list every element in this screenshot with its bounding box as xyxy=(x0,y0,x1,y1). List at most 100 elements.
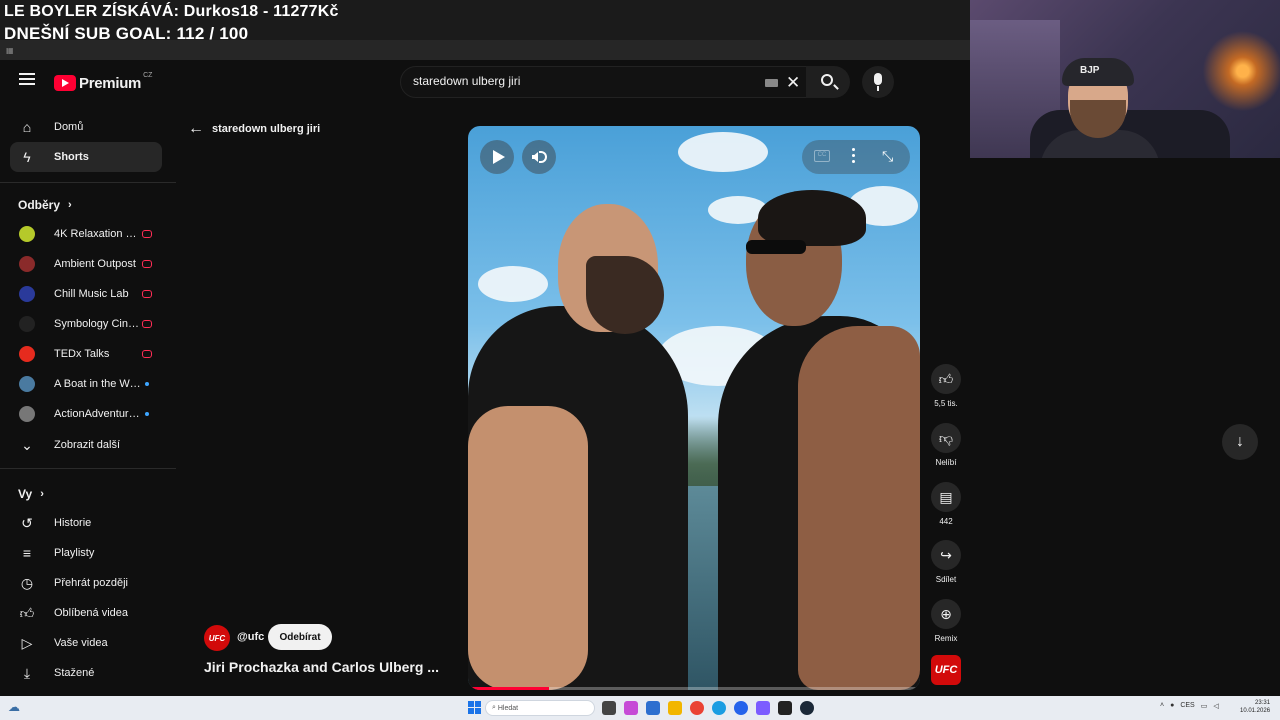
app-icon[interactable] xyxy=(624,701,638,715)
next-short-button[interactable]: ↓ xyxy=(1222,424,1258,460)
subscriptions-header[interactable]: Odběry › xyxy=(18,198,72,212)
taskbar-search-placeholder: Hledat xyxy=(497,704,519,712)
fullscreen-icon[interactable]: ⤡ xyxy=(882,148,893,165)
more-options-icon[interactable] xyxy=(852,148,856,166)
mic-icon[interactable]: ● xyxy=(1170,702,1174,710)
clock[interactable]: 23:31 10.01.2026 xyxy=(1240,699,1270,715)
remix-button[interactable]: ⊕ Remix xyxy=(928,599,964,643)
dislike-label: Nelíbí xyxy=(935,458,957,467)
channel-logo-badge[interactable]: UFC xyxy=(931,655,961,685)
subscription-item[interactable]: 4K Relaxation Ch... xyxy=(10,220,162,248)
channel-avatar xyxy=(19,226,35,242)
search-icon xyxy=(821,74,833,86)
discord-icon[interactable] xyxy=(756,701,770,715)
shorts-icon: ϟ xyxy=(23,149,31,165)
network-icon[interactable]: ▭ xyxy=(1201,702,1208,710)
channel-avatar xyxy=(19,286,35,302)
subscription-item[interactable]: Ambient Outpost xyxy=(10,250,162,278)
share-label: Sdílet xyxy=(935,575,957,584)
video-progress-bar[interactable] xyxy=(468,687,920,690)
sidebar: ⌂ Domů ϟ Shorts Odběry › 4K Relaxation C… xyxy=(0,110,176,696)
subscribe-button[interactable]: Odebírat xyxy=(268,624,332,650)
webcam-cap: BJP xyxy=(1062,58,1134,86)
comments-button[interactable]: ▤ 442 xyxy=(928,482,964,526)
youtube-premium-logo[interactable]: Premium CZ xyxy=(54,72,152,94)
chrome-icon[interactable] xyxy=(690,701,704,715)
clear-search-icon[interactable]: ✕ xyxy=(786,73,800,93)
search-input[interactable] xyxy=(413,74,743,88)
video-title[interactable]: Jiri Prochazka and Carlos Ulberg ... xyxy=(204,659,444,675)
section-title: Odběry xyxy=(18,198,61,212)
channel-avatar[interactable]: UFC xyxy=(204,625,230,651)
channel-name: ActionAdventure... xyxy=(54,408,142,420)
search-button[interactable] xyxy=(806,66,850,98)
channel-avatar xyxy=(19,316,35,332)
menu-icon[interactable] xyxy=(16,70,38,92)
playlists-icon: ≡ xyxy=(22,545,32,561)
volume-button[interactable] xyxy=(522,140,556,174)
fighter-right-sunglasses xyxy=(746,240,806,254)
fighter-right-arm xyxy=(798,326,920,690)
sidebar-item-liked-videos[interactable]: 👍︎ Oblíbená videa xyxy=(10,598,162,628)
thumbs-down-icon: 👎︎ xyxy=(931,423,961,453)
captions-icon[interactable]: CC xyxy=(814,150,830,162)
subscription-item[interactable]: A Boat in the Wo... xyxy=(10,370,162,398)
file-explorer-icon[interactable] xyxy=(668,701,682,715)
task-view-icon[interactable] xyxy=(602,701,616,715)
channel-avatar xyxy=(19,376,35,392)
app-icon[interactable] xyxy=(734,701,748,715)
steam-icon[interactable] xyxy=(800,701,814,715)
play-button[interactable] xyxy=(480,140,514,174)
sidebar-item-home[interactable]: ⌂ Domů xyxy=(10,112,162,142)
app-icon[interactable] xyxy=(778,701,792,715)
start-button[interactable] xyxy=(468,701,481,714)
like-button[interactable]: 👍︎ 5,5 tis. xyxy=(928,364,964,408)
arrow-left-icon: ← xyxy=(188,120,204,137)
dislike-button[interactable]: 👎︎ Nelíbí xyxy=(928,423,964,467)
player-top-controls: CC ⤡ xyxy=(802,140,910,174)
sidebar-item-label: Playlisty xyxy=(54,547,95,559)
chevron-up-icon[interactable]: ˄ xyxy=(1160,702,1164,710)
fighter-left-beard xyxy=(586,256,664,334)
sidebar-item-playlists[interactable]: ≡ Playlisty xyxy=(10,538,162,568)
sidebar-item-your-videos[interactable]: ▷ Vaše videa xyxy=(10,628,162,658)
you-header[interactable]: Vy › xyxy=(18,487,44,501)
volume-icon[interactable]: ◁ xyxy=(1213,702,1218,710)
your-videos-icon: ▷ xyxy=(21,634,33,651)
share-button[interactable]: ↪ Sdílet xyxy=(928,540,964,584)
keyboard-icon[interactable] xyxy=(765,79,778,87)
youtube-play-icon xyxy=(54,75,76,91)
sidebar-item-shorts[interactable]: ϟ Shorts xyxy=(10,142,162,172)
language-indicator[interactable]: CES xyxy=(1180,702,1194,710)
chevron-right-icon: › xyxy=(40,488,44,500)
sidebar-item-label: Přehrát později xyxy=(54,577,128,589)
subscription-item[interactable]: Chill Music Lab xyxy=(10,280,162,308)
back-to-search-button[interactable]: ← staredown ulberg jiri xyxy=(188,120,320,138)
taskbar-search[interactable]: ⌕ Hledat xyxy=(485,700,595,716)
weather-icon[interactable]: ☁ xyxy=(8,700,20,714)
share-icon: ↪ xyxy=(931,540,961,570)
sidebar-item-label: Domů xyxy=(54,121,84,133)
search-box[interactable]: ✕ xyxy=(400,66,810,98)
sidebar-item-history[interactable]: ↺ Historie xyxy=(10,508,162,538)
channel-avatar xyxy=(19,406,35,422)
country-code: CZ xyxy=(143,71,153,79)
system-tray[interactable]: ˄ ● CES ▭ ◁ xyxy=(1160,702,1219,710)
sidebar-item-downloads[interactable]: ⤓ Stažené xyxy=(10,658,162,688)
shorts-video-player[interactable]: CC ⤡ xyxy=(468,126,920,690)
app-icon[interactable] xyxy=(646,701,660,715)
subscription-item[interactable]: ActionAdventure... xyxy=(10,400,162,428)
live-icon xyxy=(142,290,152,298)
live-icon xyxy=(142,320,152,328)
subscription-item[interactable]: Symbology Cine... xyxy=(10,310,162,338)
channel-name: A Boat in the Wo... xyxy=(54,378,142,390)
logo-text: Premium xyxy=(79,74,142,92)
edge-icon[interactable] xyxy=(712,701,726,715)
subscription-item[interactable]: TEDx Talks xyxy=(10,340,162,368)
voice-search-button[interactable] xyxy=(862,66,894,98)
sidebar-item-label: Historie xyxy=(54,517,92,529)
channel-name: TEDx Talks xyxy=(54,348,110,360)
show-more-button[interactable]: ⌄ Zobrazit další xyxy=(10,430,162,460)
channel-handle[interactable]: @ufc xyxy=(237,631,264,643)
sidebar-item-watch-later[interactable]: ◷ Přehrát později xyxy=(10,568,162,598)
